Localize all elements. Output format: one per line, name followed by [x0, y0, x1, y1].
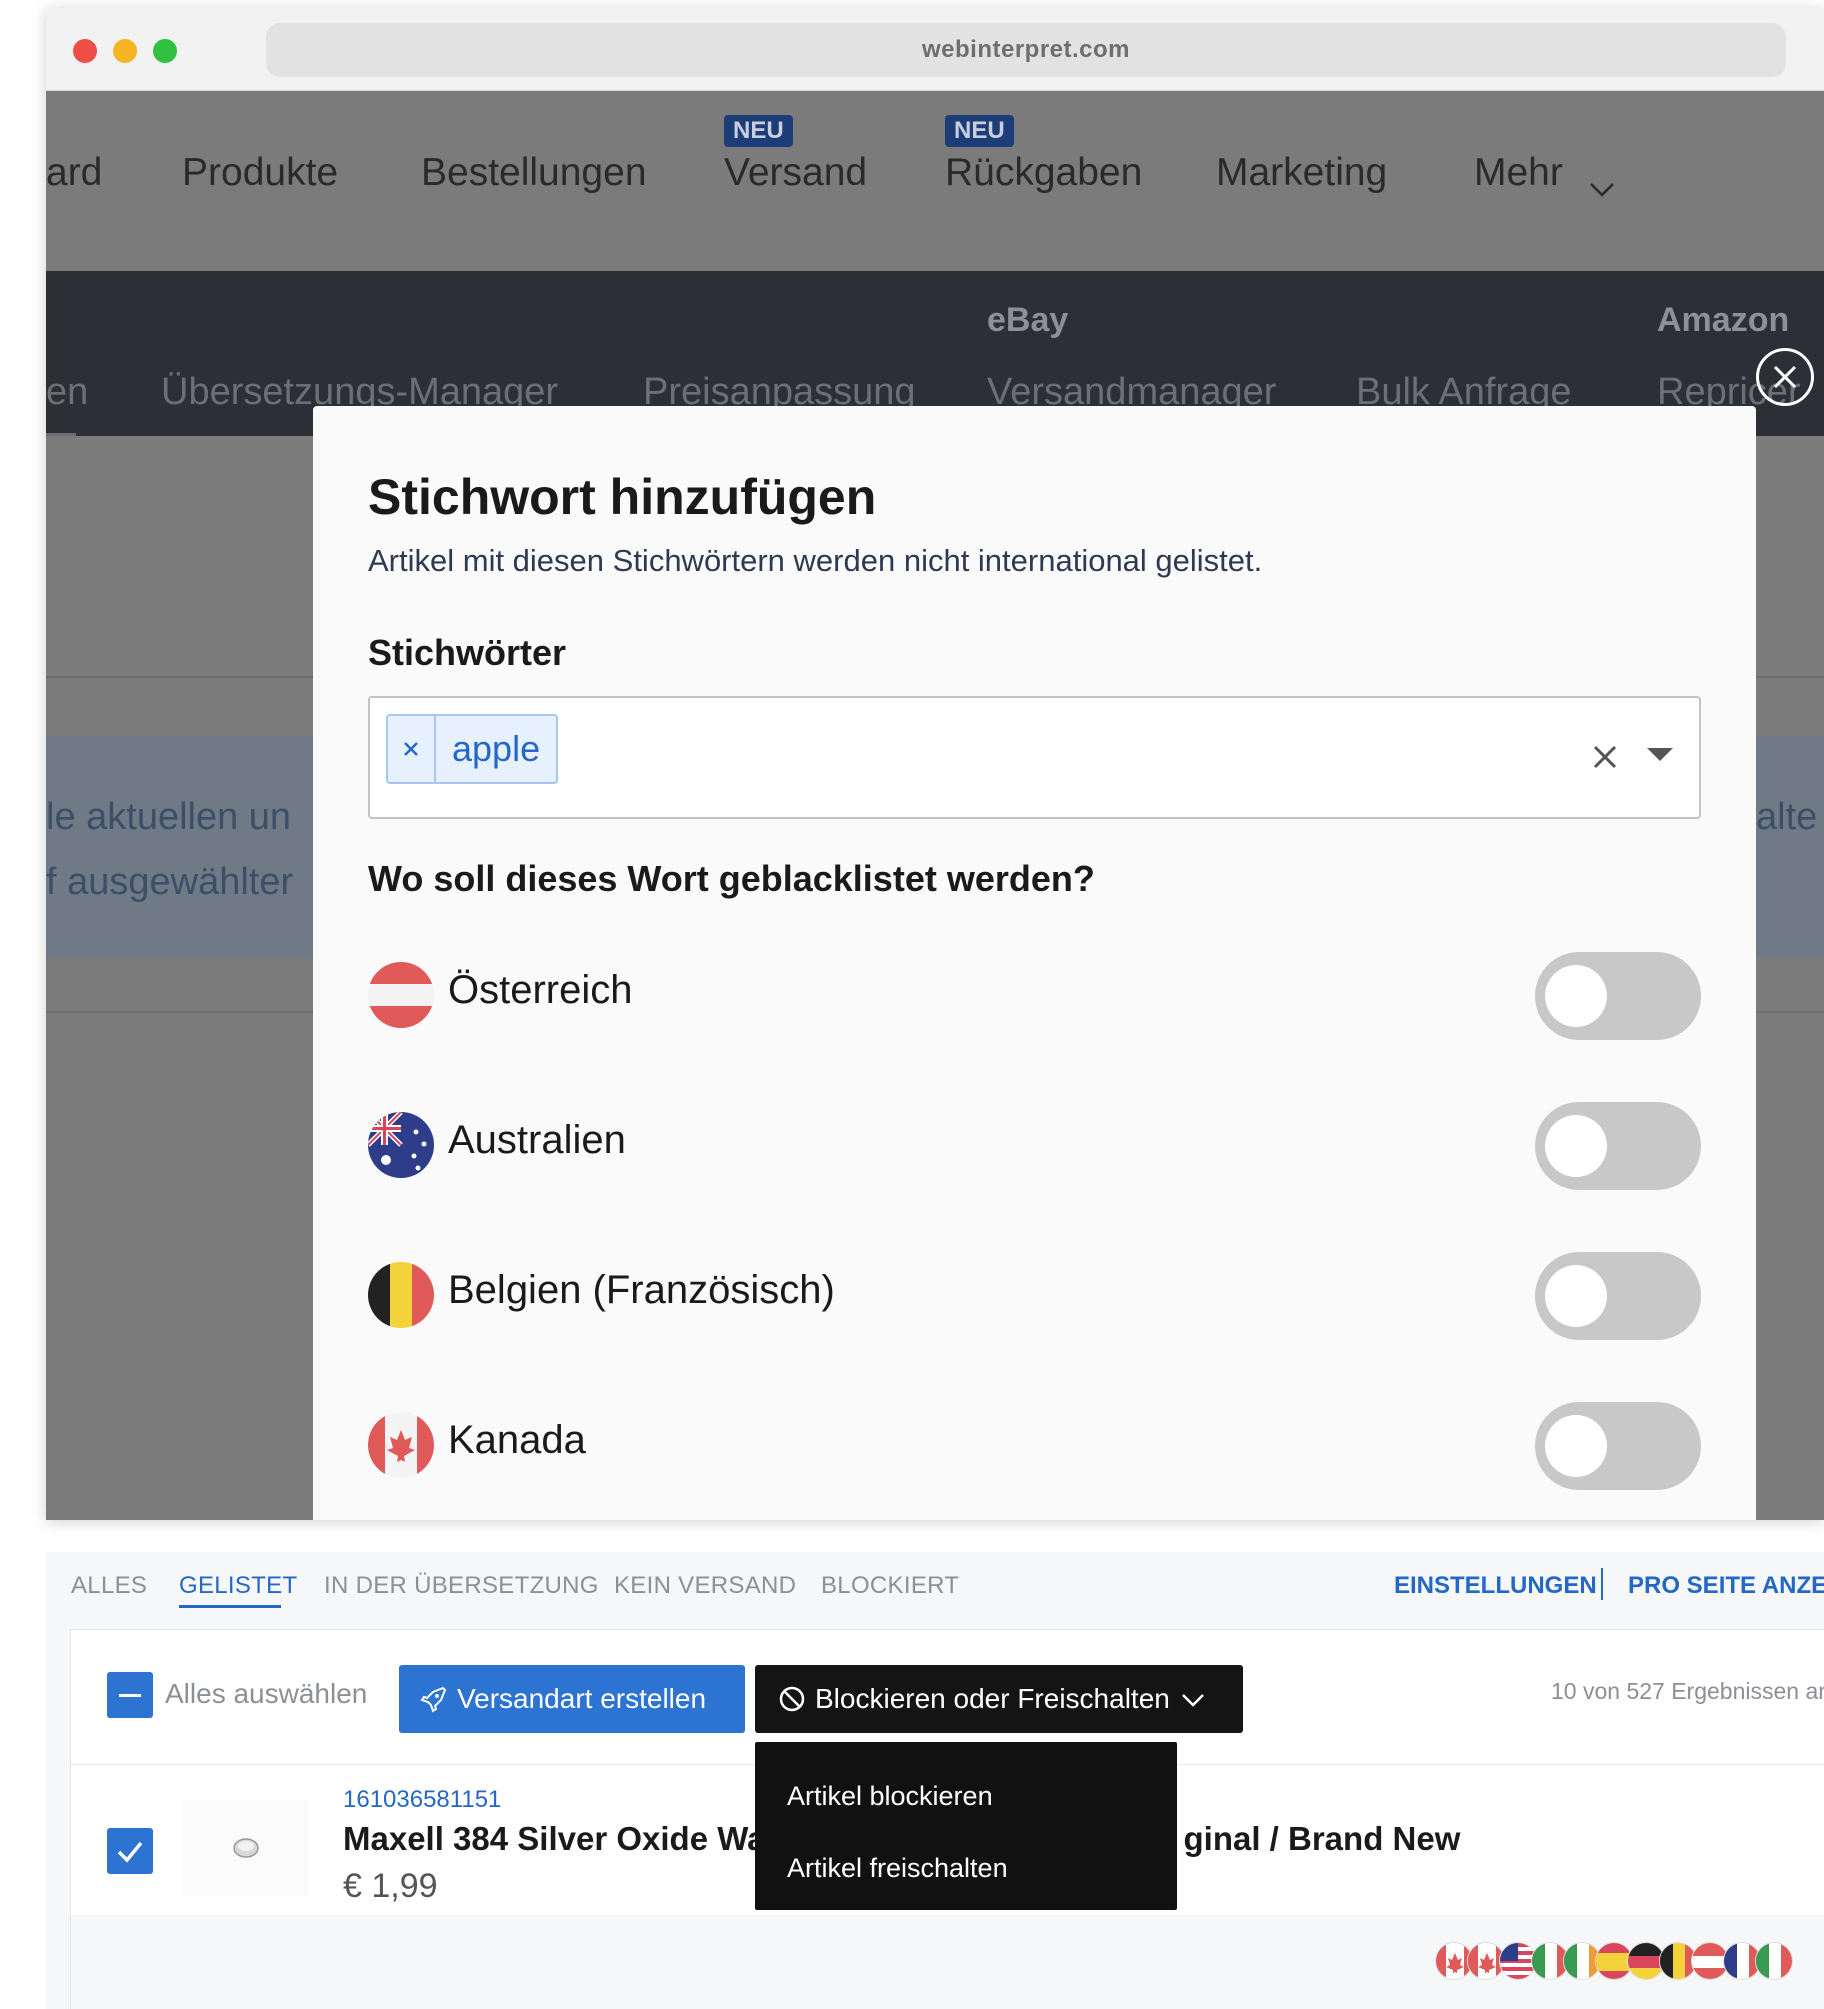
toggle-knob [1545, 1415, 1607, 1477]
listing-view: ALLES GELISTET IN DER ÜBERSETZUNG KEIN V… [46, 1552, 1824, 2009]
link-separator [1601, 1568, 1603, 1600]
select-all-checkbox[interactable] [107, 1672, 153, 1718]
toggle-knob [1545, 965, 1607, 1027]
country-name: Kanada [448, 1418, 586, 1462]
product-id-link[interactable]: 161036581151 [343, 1786, 501, 1814]
italy-flag-icon [1755, 1942, 1793, 1980]
austria-flag-icon [368, 962, 434, 1028]
info-banner-text-right: alte [1756, 796, 1818, 838]
product-image-icon [233, 1838, 259, 1858]
canada-flag-icon [368, 1412, 434, 1478]
address-bar[interactable]: webinterpret.com [266, 23, 1786, 77]
toggle-knob [1545, 1265, 1607, 1327]
new-badge-returns: NEU [945, 115, 1014, 147]
product-title-right: ginal / Brand New [1183, 1820, 1461, 1857]
tab-no-shipping[interactable]: KEIN VERSAND [614, 1572, 796, 1600]
per-page-link[interactable]: PRO SEITE ANZEIG [1628, 1572, 1824, 1600]
country-name: Australien [448, 1118, 626, 1162]
country-toggle-austria[interactable] [1535, 952, 1701, 1040]
nav-item-marketing[interactable]: Marketing [1216, 151, 1387, 195]
indeterminate-icon [119, 1693, 141, 1697]
subnav-item-partial[interactable]: en [46, 371, 88, 414]
nav-item-returns[interactable]: Rückgaben [945, 151, 1142, 195]
block-unblock-dropdown: Artikel blockieren Artikel freischalten [755, 1742, 1177, 1910]
main-nav: ard Produkte Bestellungen NEU Versand NE… [46, 91, 1824, 271]
tab-blocked[interactable]: BLOCKIERT [821, 1572, 959, 1600]
row-checkbox[interactable] [107, 1828, 153, 1874]
product-title-left: Maxell 384 Silver Oxide Wa [343, 1820, 766, 1857]
caret-down-icon[interactable] [1647, 748, 1673, 761]
info-banner-text-line2: f ausgewählter [46, 861, 294, 903]
tab-in-translation[interactable]: IN DER ÜBERSETZUNG [324, 1572, 599, 1600]
country-toggle-canada[interactable] [1535, 1402, 1701, 1490]
block-icon [779, 1686, 805, 1712]
modal-close-button[interactable] [1756, 348, 1814, 406]
toggle-knob [1545, 1115, 1607, 1177]
new-badge-shipping: NEU [724, 115, 793, 147]
belgium-flag-icon [368, 1262, 434, 1328]
modal-title: Stichwort hinzufügen [368, 469, 877, 525]
dropdown-item-unblock[interactable]: Artikel freischalten [755, 1832, 1177, 1904]
nav-item-orders[interactable]: Bestellungen [421, 151, 647, 195]
rocket-icon [420, 1686, 447, 1713]
nav-item-dashboard[interactable]: ard [46, 151, 102, 195]
info-banner-text-line1: le aktuellen un [46, 796, 292, 838]
close-icon [1773, 365, 1797, 389]
australia-flag-icon [368, 1112, 434, 1178]
country-row-belgium: Belgien (Französisch) [368, 1252, 1701, 1342]
create-shipping-label: Versandart erstellen [457, 1683, 707, 1714]
window-minimize-dot[interactable] [113, 39, 137, 63]
window-close-dot[interactable] [73, 39, 97, 63]
active-tab-underline [179, 1605, 281, 1608]
nav-item-more[interactable]: Mehr [1474, 151, 1563, 195]
block-unblock-button[interactable]: Blockieren oder Freischalten [755, 1665, 1243, 1733]
country-row-austria: Österreich [368, 952, 1701, 1042]
keywords-select-input[interactable]: apple [368, 696, 1701, 819]
results-count: 10 von 527 Ergebnissen an [1551, 1678, 1824, 1704]
nav-item-products[interactable]: Produkte [182, 151, 338, 195]
listing-panel: Alles auswählen Versandart erstellen Blo… [70, 1629, 1824, 2009]
chevron-down-icon [1181, 1694, 1204, 1707]
country-toggle-belgium[interactable] [1535, 1252, 1701, 1340]
chevron-down-icon[interactable] [1589, 176, 1615, 202]
add-keyword-modal: Stichwort hinzufügen Artikel mit diesen … [313, 406, 1756, 1520]
marketplace-flags [1435, 1942, 1793, 1982]
nav-item-shipping[interactable]: Versand [724, 151, 867, 195]
modal-subtitle: Artikel mit diesen Stichwörtern werden n… [368, 543, 1263, 578]
country-row-australia: Australien [368, 1102, 1701, 1192]
tab-all[interactable]: ALLES [71, 1572, 147, 1600]
checkmark-icon [117, 1841, 143, 1863]
page: webinterpret.com ard Produkte Bestellung… [0, 0, 1824, 2009]
country-toggle-australia[interactable] [1535, 1102, 1701, 1190]
subnav-group-ebay: eBay [987, 301, 1069, 339]
settings-link[interactable]: EINSTELLUNGEN [1394, 1572, 1597, 1600]
blacklist-where-label: Wo soll dieses Wort geblacklistet werden… [368, 858, 1095, 899]
country-name: Belgien (Französisch) [448, 1268, 835, 1312]
block-unblock-label: Blockieren oder Freischalten [815, 1683, 1170, 1714]
dropdown-item-block[interactable]: Artikel blockieren [755, 1760, 1177, 1832]
browser-chrome: webinterpret.com [46, 8, 1824, 91]
country-name: Österreich [448, 968, 633, 1012]
window-zoom-dot[interactable] [153, 39, 177, 63]
create-shipping-button[interactable]: Versandart erstellen [399, 1665, 745, 1733]
browser-window: webinterpret.com ard Produkte Bestellung… [46, 8, 1824, 1520]
keyword-chip-label: apple [452, 728, 541, 769]
product-thumbnail[interactable] [183, 1800, 309, 1896]
subnav-group-amazon: Amazon [1657, 301, 1790, 339]
chip-remove-button[interactable] [388, 716, 436, 782]
clear-icon[interactable] [1590, 742, 1620, 772]
country-row-canada: Kanada [368, 1402, 1701, 1492]
tab-listed[interactable]: GELISTET [179, 1572, 297, 1600]
product-price: € 1,99 [343, 1867, 438, 1905]
select-all-label: Alles auswählen [165, 1678, 368, 1709]
keyword-chip: apple [386, 714, 559, 784]
close-icon [404, 742, 418, 756]
keywords-label: Stichwörter [368, 632, 567, 673]
